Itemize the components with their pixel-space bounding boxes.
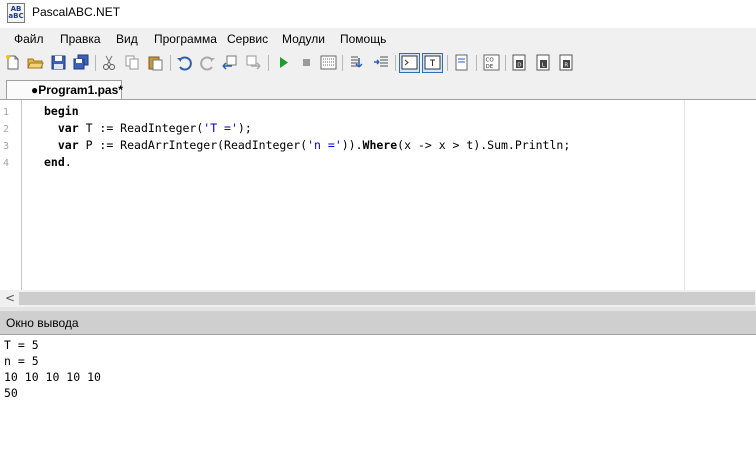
run-icon[interactable] [275, 54, 292, 71]
undo-icon[interactable] [176, 54, 193, 71]
tab-program1[interactable]: ●Program1.pas* [6, 80, 123, 99]
compile-icon[interactable] [320, 54, 337, 71]
svg-text:CO: CO [486, 58, 495, 64]
dock-right-icon[interactable]: R [558, 54, 575, 71]
toolbar-separator [170, 55, 171, 71]
step-back-icon[interactable] [222, 54, 239, 71]
menu-modules[interactable]: Модули [282, 32, 325, 46]
line-number: 2 [3, 124, 10, 135]
pascalabc-logo-icon: AB аВС [7, 3, 25, 23]
save-icon[interactable] [50, 54, 67, 71]
redo-icon[interactable] [199, 54, 216, 71]
copy-icon[interactable] [124, 54, 141, 71]
window-title: PascalABC.NET [32, 5, 121, 19]
document-tabs: ●Program1.pas* [0, 78, 756, 100]
menu-help[interactable]: Помощь [340, 32, 386, 46]
title-bar: AB аВС PascalABC.NET [0, 0, 756, 28]
output-line: T = 5 [4, 338, 39, 352]
line-number: 1 [3, 107, 10, 118]
scroll-left-icon[interactable]: < [5, 291, 15, 305]
menu-service[interactable]: Сервис [227, 32, 268, 46]
toolbar-separator [447, 55, 448, 71]
code-line: begin [44, 104, 79, 118]
output-line: 50 [4, 386, 18, 400]
code-line: end. [44, 155, 72, 169]
horizontal-scrollbar[interactable]: < [0, 290, 756, 307]
line-number-gutter: 1 2 3 4 [0, 100, 22, 290]
text-window-icon[interactable] [422, 53, 443, 73]
toolbar-separator [342, 55, 343, 71]
debug-step-icon[interactable] [349, 54, 366, 71]
code-line: var P := ReadArrInteger(ReadInteger('n =… [57, 138, 571, 152]
svg-text:R: R [564, 63, 568, 69]
line-number: 3 [3, 141, 10, 152]
layout-icon[interactable] [453, 54, 470, 71]
menu-file[interactable]: Файл [14, 32, 44, 46]
menu-edit[interactable]: Правка [60, 32, 101, 46]
output-line: 10 10 10 10 10 [4, 370, 101, 384]
code-line: var T := ReadInteger('T ='); [57, 121, 252, 135]
debug-step-over-icon[interactable] [373, 54, 390, 71]
toolbar-separator [268, 55, 269, 71]
toolbar-separator [505, 55, 506, 71]
output-line: n = 5 [4, 354, 39, 368]
open-folder-icon[interactable] [27, 54, 44, 71]
toolbar-separator [395, 55, 396, 71]
paste-icon[interactable] [147, 54, 164, 71]
right-margin-guide [684, 100, 685, 290]
stop-icon[interactable] [298, 54, 315, 71]
output-window-title: Окно вывода [6, 316, 79, 330]
toolbar: CO DE D L R [0, 50, 756, 78]
save-all-icon[interactable] [73, 54, 90, 71]
output-window-header: Окно вывода [0, 311, 756, 335]
toolbar-separator [476, 55, 477, 71]
step-forward-icon[interactable] [245, 54, 262, 71]
line-number: 4 [3, 158, 10, 169]
output-window[interactable]: T = 5 n = 5 10 10 10 10 10 50 [0, 335, 756, 457]
cut-icon[interactable] [101, 54, 118, 71]
scrollbar-thumb[interactable] [19, 292, 755, 305]
dock-bottom-icon[interactable]: L [535, 54, 552, 71]
dock-left-icon[interactable]: D [511, 54, 528, 71]
menu-program[interactable]: Программа [154, 32, 217, 46]
code-editor[interactable]: 1 2 3 4 begin var T := ReadInteger('T ='… [0, 100, 756, 290]
menu-view[interactable]: Вид [116, 32, 138, 46]
format-code-icon[interactable]: CO DE [483, 54, 500, 71]
svg-text:DE: DE [486, 64, 494, 70]
menu-bar: Файл Правка Вид Программа Сервис Модули … [0, 28, 756, 50]
svg-text:D: D [517, 63, 521, 69]
console-icon[interactable] [399, 53, 420, 73]
toolbar-separator [95, 55, 96, 71]
new-file-icon[interactable] [4, 54, 21, 71]
